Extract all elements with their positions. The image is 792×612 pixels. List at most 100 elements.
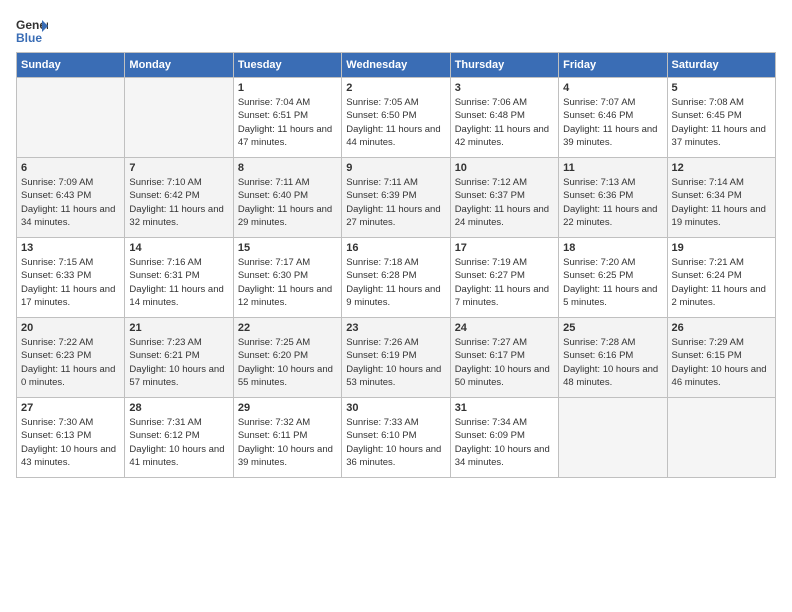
day-info: Sunrise: 7:14 AMSunset: 6:34 PMDaylight:… [672, 176, 771, 229]
weekday-header-sunday: Sunday [17, 53, 125, 78]
day-info: Sunrise: 7:29 AMSunset: 6:15 PMDaylight:… [672, 336, 771, 389]
day-info: Sunrise: 7:32 AMSunset: 6:11 PMDaylight:… [238, 416, 337, 469]
calendar-day-cell: 22 Sunrise: 7:25 AMSunset: 6:20 PMDayligh… [233, 318, 341, 398]
day-number: 9 [346, 162, 445, 174]
calendar-day-cell: 8 Sunrise: 7:11 AMSunset: 6:40 PMDaylight… [233, 158, 341, 238]
day-number: 22 [238, 322, 337, 334]
calendar-day-cell [559, 398, 667, 478]
day-info: Sunrise: 7:11 AMSunset: 6:40 PMDaylight:… [238, 176, 337, 229]
calendar-day-cell: 11 Sunrise: 7:13 AMSunset: 6:36 PMDayligh… [559, 158, 667, 238]
calendar-day-cell: 24 Sunrise: 7:27 AMSunset: 6:17 PMDayligh… [450, 318, 558, 398]
day-number: 28 [129, 402, 228, 414]
calendar-day-cell [667, 398, 775, 478]
calendar-day-cell: 4 Sunrise: 7:07 AMSunset: 6:46 PMDaylight… [559, 78, 667, 158]
weekday-header-row: SundayMondayTuesdayWednesdayThursdayFrid… [17, 53, 776, 78]
calendar-day-cell: 9 Sunrise: 7:11 AMSunset: 6:39 PMDaylight… [342, 158, 450, 238]
day-number: 5 [672, 82, 771, 94]
calendar-week-row: 20 Sunrise: 7:22 AMSunset: 6:23 PMDayligh… [17, 318, 776, 398]
day-info: Sunrise: 7:08 AMSunset: 6:45 PMDaylight:… [672, 96, 771, 149]
day-info: Sunrise: 7:26 AMSunset: 6:19 PMDaylight:… [346, 336, 445, 389]
day-number: 19 [672, 242, 771, 254]
day-info: Sunrise: 7:33 AMSunset: 6:10 PMDaylight:… [346, 416, 445, 469]
weekday-header-tuesday: Tuesday [233, 53, 341, 78]
day-number: 10 [455, 162, 554, 174]
day-info: Sunrise: 7:28 AMSunset: 6:16 PMDaylight:… [563, 336, 662, 389]
day-info: Sunrise: 7:09 AMSunset: 6:43 PMDaylight:… [21, 176, 120, 229]
calendar-day-cell: 18Sunrise: 7:20 AMSunset: 6:25 PMDayligh… [559, 238, 667, 318]
day-info: Sunrise: 7:22 AMSunset: 6:23 PMDaylight:… [21, 336, 120, 389]
calendar-day-cell: 21Sunrise: 7:23 AMSunset: 6:21 PMDayligh… [125, 318, 233, 398]
day-number: 27 [21, 402, 120, 414]
calendar-day-cell: 10 Sunrise: 7:12 AMSunset: 6:37 PMDayligh… [450, 158, 558, 238]
day-info: Sunrise: 7:16 AMSunset: 6:31 PMDaylight:… [129, 256, 228, 309]
day-number: 7 [129, 162, 228, 174]
day-number: 8 [238, 162, 337, 174]
day-info: Sunrise: 7:34 AMSunset: 6:09 PMDaylight:… [455, 416, 554, 469]
calendar-day-cell: 1 Sunrise: 7:04 AMSunset: 6:51 PMDaylight… [233, 78, 341, 158]
calendar-day-cell: 12 Sunrise: 7:14 AMSunset: 6:34 PMDayligh… [667, 158, 775, 238]
calendar-day-cell [125, 78, 233, 158]
calendar-day-cell: 26Sunrise: 7:29 AMSunset: 6:15 PMDayligh… [667, 318, 775, 398]
day-number: 18 [563, 242, 662, 254]
day-info: Sunrise: 7:13 AMSunset: 6:36 PMDaylight:… [563, 176, 662, 229]
calendar-table: SundayMondayTuesdayWednesdayThursdayFrid… [16, 52, 776, 478]
calendar-day-cell: 16 Sunrise: 7:18 AMSunset: 6:28 PMDayligh… [342, 238, 450, 318]
calendar-day-cell: 31 Sunrise: 7:34 AMSunset: 6:09 PMDayligh… [450, 398, 558, 478]
day-number: 4 [563, 82, 662, 94]
calendar-week-row: 13 Sunrise: 7:15 AMSunset: 6:33 PMDayligh… [17, 238, 776, 318]
calendar-day-cell: 20 Sunrise: 7:22 AMSunset: 6:23 PMDayligh… [17, 318, 125, 398]
weekday-header-friday: Friday [559, 53, 667, 78]
day-info: Sunrise: 7:25 AMSunset: 6:20 PMDaylight:… [238, 336, 337, 389]
weekday-header-wednesday: Wednesday [342, 53, 450, 78]
calendar-day-cell: 30 Sunrise: 7:33 AMSunset: 6:10 PMDayligh… [342, 398, 450, 478]
svg-text:Blue: Blue [16, 31, 42, 44]
calendar-day-cell: 19 Sunrise: 7:21 AMSunset: 6:24 PMDayligh… [667, 238, 775, 318]
day-number: 29 [238, 402, 337, 414]
day-info: Sunrise: 7:10 AMSunset: 6:42 PMDaylight:… [129, 176, 228, 229]
calendar-day-cell: 25 Sunrise: 7:28 AMSunset: 6:16 PMDayligh… [559, 318, 667, 398]
day-number: 25 [563, 322, 662, 334]
day-number: 20 [21, 322, 120, 334]
day-info: Sunrise: 7:12 AMSunset: 6:37 PMDaylight:… [455, 176, 554, 229]
day-number: 15 [238, 242, 337, 254]
day-number: 11 [563, 162, 662, 174]
day-info: Sunrise: 7:30 AMSunset: 6:13 PMDaylight:… [21, 416, 120, 469]
day-info: Sunrise: 7:31 AMSunset: 6:12 PMDaylight:… [129, 416, 228, 469]
day-info: Sunrise: 7:04 AMSunset: 6:51 PMDaylight:… [238, 96, 337, 149]
calendar-day-cell: 17Sunrise: 7:19 AMSunset: 6:27 PMDayligh… [450, 238, 558, 318]
calendar-day-cell: 14 Sunrise: 7:16 AMSunset: 6:31 PMDayligh… [125, 238, 233, 318]
day-number: 24 [455, 322, 554, 334]
day-number: 14 [129, 242, 228, 254]
day-number: 31 [455, 402, 554, 414]
day-number: 13 [21, 242, 120, 254]
calendar-day-cell: 15 Sunrise: 7:17 AMSunset: 6:30 PMDayligh… [233, 238, 341, 318]
header: General Blue [16, 16, 776, 44]
calendar-week-row: 6 Sunrise: 7:09 AMSunset: 6:43 PMDaylight… [17, 158, 776, 238]
day-info: Sunrise: 7:18 AMSunset: 6:28 PMDaylight:… [346, 256, 445, 309]
day-info: Sunrise: 7:17 AMSunset: 6:30 PMDaylight:… [238, 256, 337, 309]
day-info: Sunrise: 7:06 AMSunset: 6:48 PMDaylight:… [455, 96, 554, 149]
day-number: 1 [238, 82, 337, 94]
day-number: 2 [346, 82, 445, 94]
day-info: Sunrise: 7:23 AMSunset: 6:21 PMDaylight:… [129, 336, 228, 389]
weekday-header-thursday: Thursday [450, 53, 558, 78]
calendar-day-cell: 23Sunrise: 7:26 AMSunset: 6:19 PMDayligh… [342, 318, 450, 398]
day-number: 12 [672, 162, 771, 174]
calendar-day-cell [17, 78, 125, 158]
day-number: 17 [455, 242, 554, 254]
calendar-week-row: 1 Sunrise: 7:04 AMSunset: 6:51 PMDaylight… [17, 78, 776, 158]
calendar-day-cell: 2Sunrise: 7:05 AMSunset: 6:50 PMDaylight… [342, 78, 450, 158]
day-info: Sunrise: 7:27 AMSunset: 6:17 PMDaylight:… [455, 336, 554, 389]
day-number: 6 [21, 162, 120, 174]
day-number: 30 [346, 402, 445, 414]
day-info: Sunrise: 7:15 AMSunset: 6:33 PMDaylight:… [21, 256, 120, 309]
weekday-header-saturday: Saturday [667, 53, 775, 78]
day-number: 16 [346, 242, 445, 254]
day-info: Sunrise: 7:11 AMSunset: 6:39 PMDaylight:… [346, 176, 445, 229]
calendar-day-cell: 5 Sunrise: 7:08 AMSunset: 6:45 PMDaylight… [667, 78, 775, 158]
day-info: Sunrise: 7:21 AMSunset: 6:24 PMDaylight:… [672, 256, 771, 309]
day-info: Sunrise: 7:07 AMSunset: 6:46 PMDaylight:… [563, 96, 662, 149]
calendar-week-row: 27 Sunrise: 7:30 AMSunset: 6:13 PMDayligh… [17, 398, 776, 478]
day-number: 3 [455, 82, 554, 94]
calendar-day-cell: 27 Sunrise: 7:30 AMSunset: 6:13 PMDayligh… [17, 398, 125, 478]
